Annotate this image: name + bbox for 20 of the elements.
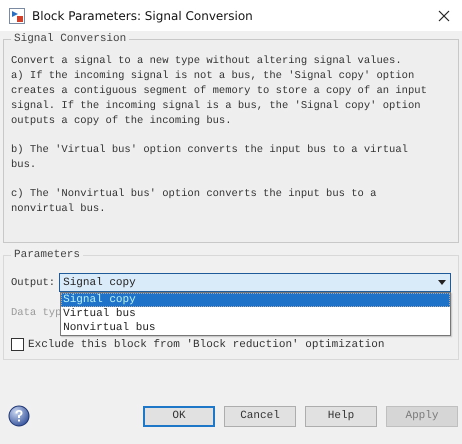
- dialog-button[interactable]: Cancel: [224, 406, 296, 426]
- dropdown-option[interactable]: Signal copy: [61, 293, 450, 307]
- dropdown-option[interactable]: Virtual bus: [61, 307, 450, 321]
- description-text: b) The 'Virtual bus' option converts the input bus to a virtual bus.: [11, 143, 409, 173]
- window-title: Block Parameters: Signal Conversion: [32, 8, 254, 22]
- checkbox[interactable]: [11, 338, 24, 351]
- group-title: Signal Conversion: [13, 33, 128, 45]
- checkbox-label: Exclude this block from 'Block reduction' optimization: [28, 338, 384, 350]
- output-label: Output:: [11, 276, 56, 288]
- help-icon[interactable]: [8, 405, 30, 427]
- description-text: c) The 'Nonvirtual bus' option converts the input bus to a nonvirtual bus.: [11, 187, 378, 217]
- close-icon[interactable]: [438, 10, 450, 22]
- dialog-button[interactable]: OK: [143, 406, 215, 426]
- description-text: Convert a signal to a new type without altering signal values. a) If the incoming signal is not a bus, the 'Signal copy' option creates a contiguous segment of memory to store a copy of an input signal. If the incoming signal is a bus, the 'Signal copy' option outputs a copy of the incoming bus.: [11, 54, 428, 129]
- output-dropdown[interactable]: Signal copy: [59, 273, 451, 292]
- block-icon: [9, 8, 25, 24]
- dialog-button[interactable]: Help: [305, 406, 377, 426]
- group-title: Parameters: [13, 249, 82, 261]
- dropdown-option[interactable]: Nonvirtual bus: [61, 321, 450, 335]
- caret-icon: [438, 280, 446, 285]
